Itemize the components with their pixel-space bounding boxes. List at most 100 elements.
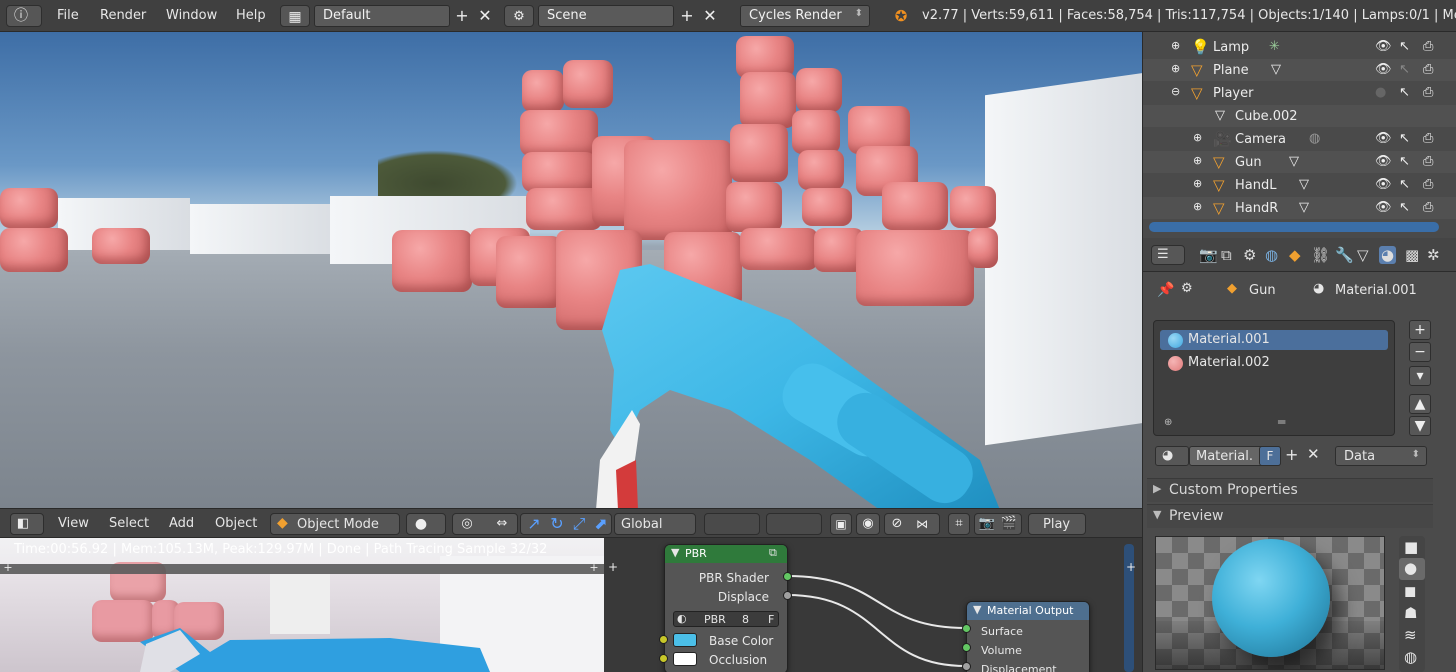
unlink-material-icon[interactable]: ✕ [1307, 445, 1320, 463]
link-mode-dropdown[interactable]: Data ⬍ [1335, 446, 1427, 466]
visibility-eye-icon[interactable]: 👁 [1375, 131, 1392, 146]
remove-scene-icon[interactable]: ✕ [700, 5, 720, 27]
collapse-arrow-icon[interactable]: ▼ [973, 603, 981, 616]
layer-buttons-group-2[interactable] [766, 513, 822, 535]
menu-render[interactable]: Render [100, 8, 146, 23]
selectable-cursor-icon[interactable]: ↖ [1399, 154, 1410, 169]
properties-editor[interactable]: ☰ 📷 ⧉ ⚙ ◍ ◆ ⛓ 🔧 ▽ ◕ ▩ ✲ 📌 ⚙ ◆ Gun ◕ Mate… [1142, 238, 1456, 672]
editor-type-button[interactable]: ☰ [1151, 245, 1185, 265]
node-editor[interactable]: + + ▼ PBR ⧉ PBR Shader Displace ◐ PBR 8 … [604, 538, 1142, 672]
texture-tab-icon[interactable]: ▩ [1405, 246, 1419, 264]
render-camera-icon[interactable]: ⎙ [1423, 39, 1433, 54]
menu-window[interactable]: Window [166, 8, 217, 23]
move-slot-up-button[interactable]: ▲ [1409, 394, 1431, 414]
scene-tab-icon[interactable]: ⚙ [1243, 246, 1256, 264]
selectable-cursor-icon[interactable]: ↖ [1399, 62, 1410, 77]
play-button[interactable]: Play [1028, 513, 1086, 535]
layer-buttons-group-1[interactable] [704, 513, 760, 535]
new-material-icon[interactable]: + [1285, 445, 1298, 464]
outliner-row-plane[interactable]: ⊕ ▽ Plane ▽ 👁 ↖ ⎙ [1143, 59, 1456, 81]
pivot-manipulator-group[interactable]: ◎ ⇔ [452, 513, 518, 535]
snap-target-button[interactable]: ⌗ [948, 513, 970, 535]
render-engine-dropdown[interactable]: Cycles Render ⬍ [740, 5, 870, 27]
material-slot-selected[interactable]: Material.001 [1160, 330, 1388, 350]
render-camera-icon[interactable]: ⎙ [1423, 62, 1433, 77]
visibility-eye-icon[interactable]: 👁 [1375, 200, 1392, 215]
outliner-row-cube002[interactable]: ▽ Cube.002 [1143, 105, 1456, 127]
pbr-node-header[interactable]: ▼ PBR ⧉ [665, 545, 787, 563]
color-input-socket[interactable] [659, 654, 668, 663]
color-input-socket[interactable] [659, 635, 668, 644]
preview-sphere-button-active[interactable]: ● [1399, 558, 1425, 580]
collapse-icon[interactable]: ⊖ [1171, 85, 1180, 98]
expand-icon[interactable]: ⊕ [1193, 177, 1202, 190]
displace-output-socket[interactable] [783, 591, 792, 600]
fake-user-toggle[interactable]: F [768, 613, 774, 626]
visibility-eye-icon[interactable]: 👁 [1375, 154, 1392, 169]
render-camera-icon[interactable]: ⎙ [1423, 200, 1433, 215]
displacement-input-socket[interactable] [962, 662, 971, 671]
material-output-node[interactable]: ▼ Material Output Surface Volume Displac… [966, 601, 1090, 672]
data-tab-icon[interactable]: ▽ [1357, 246, 1369, 264]
expand-icon[interactable]: ⊕ [1171, 39, 1180, 52]
base-color-swatch[interactable] [673, 633, 697, 647]
expand-icon[interactable]: ⊕ [1193, 131, 1202, 144]
scene-selector[interactable]: ⚙ [504, 5, 534, 27]
shader-output-socket[interactable] [783, 572, 792, 581]
rendered-image-panel[interactable]: + + [0, 538, 604, 672]
outliner-row-handl[interactable]: ⊕ ▽ HandL ▽ 👁 ↖ ⎙ [1143, 174, 1456, 196]
preview-monkey-icon[interactable]: ☗ [1404, 604, 1417, 622]
preview-panel-header[interactable]: ▼ Preview [1147, 504, 1433, 528]
menu-object[interactable]: Object [215, 516, 257, 531]
remove-material-slot-button[interactable]: − [1409, 342, 1431, 362]
breadcrumb-object[interactable]: Gun [1249, 283, 1276, 298]
material-slot[interactable]: Material.002 [1160, 353, 1388, 373]
world-tab-icon[interactable]: ◍ [1265, 246, 1278, 264]
panel-corner-icon[interactable]: + [2, 562, 14, 574]
render-layers-tab-icon[interactable]: ⧉ [1221, 246, 1232, 264]
occlusion-swatch[interactable] [673, 652, 697, 666]
proportional-edit-group[interactable]: ⊘ ⋈ [884, 513, 940, 535]
render-camera-icon[interactable]: ⎙ [1423, 177, 1433, 192]
expand-icon[interactable]: ⊕ [1193, 200, 1202, 213]
visibility-eye-icon[interactable]: 👁 [1375, 39, 1392, 54]
render-camera-icon[interactable]: ⎙ [1423, 131, 1433, 146]
opengl-render-group[interactable]: 📷 🎬 [974, 513, 1022, 535]
collapse-arrow-icon[interactable]: ▼ [671, 546, 679, 559]
list-resize-handle[interactable]: ═ [1278, 415, 1285, 429]
material-output-header[interactable]: ▼ Material Output [967, 602, 1089, 620]
move-slot-down-button[interactable]: ▼ [1409, 416, 1431, 436]
lock-layers-button[interactable]: ▣ [830, 513, 852, 535]
remove-layout-icon[interactable]: ✕ [475, 5, 495, 27]
render-camera-icon[interactable]: ⎙ [1423, 154, 1433, 169]
pin-icon[interactable]: 📌 [1157, 282, 1174, 298]
constraints-tab-icon[interactable]: ⛓ [1311, 246, 1330, 264]
visibility-eye-icon[interactable]: 👁 [1375, 62, 1392, 77]
preview-world-icon[interactable]: ◍ [1404, 648, 1417, 666]
node-group-selector[interactable]: ◐ PBR 8 F [673, 611, 779, 627]
outliner-row-gun[interactable]: ⊕ ▽ Gun ▽ 👁 ↖ ⎙ [1143, 151, 1456, 173]
preview-hair-icon[interactable]: ≋ [1404, 626, 1417, 644]
selectable-cursor-icon[interactable]: ↖ [1399, 200, 1410, 215]
visibility-eye-icon[interactable]: 👁 [1375, 177, 1392, 192]
material-tab-icon[interactable]: ◕ [1379, 246, 1397, 264]
browse-material-button[interactable]: ◕ [1155, 446, 1189, 466]
panel-corner-icon[interactable]: + [588, 562, 600, 574]
list-filter-icon[interactable]: ⊕ [1164, 417, 1172, 428]
outliner-row-lamp[interactable]: ⊕ 💡 Lamp ✳ 👁 ↖ ⎙ [1143, 36, 1456, 58]
outliner-row-handr[interactable]: ⊕ ▽ HandR ▽ 👁 ↖ ⎙ [1143, 197, 1456, 219]
transform-manipulators[interactable]: ↗ ↻ ⤢ ⬈ [520, 513, 612, 535]
menu-help[interactable]: Help [236, 8, 266, 23]
outliner-row-player[interactable]: ⊖ ▽ Player ● ↖ ⎙ [1143, 82, 1456, 104]
outliner-scrollbar[interactable] [1149, 222, 1439, 232]
scene-field[interactable]: Scene [538, 5, 674, 27]
selectable-cursor-icon[interactable]: ↖ [1399, 177, 1410, 192]
render-layer-button[interactable]: ◉ [856, 513, 880, 535]
menu-add[interactable]: Add [169, 516, 194, 531]
custom-properties-panel-header[interactable]: ▶ Custom Properties [1147, 478, 1433, 502]
add-material-slot-button[interactable]: + [1409, 320, 1431, 340]
mode-dropdown[interactable]: ◆ Object Mode [270, 513, 400, 535]
breadcrumb-material[interactable]: Material.001 [1335, 283, 1417, 298]
add-scene-icon[interactable]: + [677, 5, 697, 27]
particles-tab-icon[interactable]: ✲ [1427, 246, 1440, 264]
